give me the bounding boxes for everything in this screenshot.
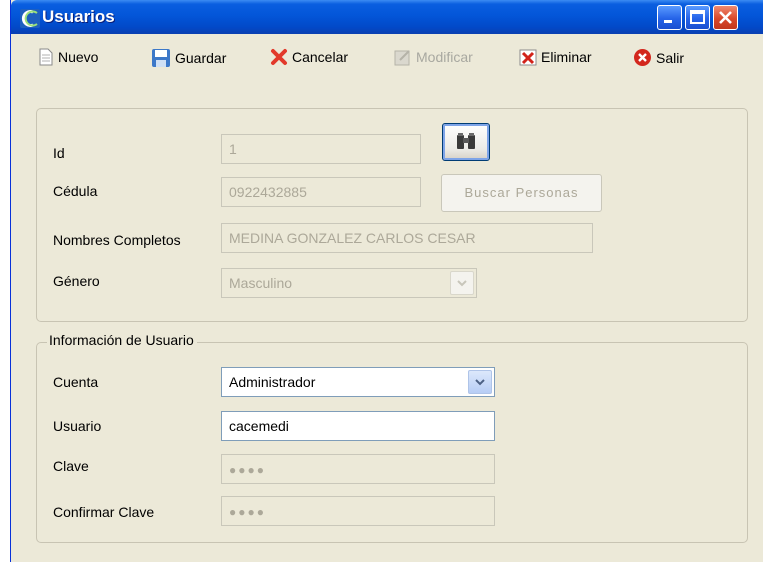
maximize-button[interactable] (685, 5, 710, 30)
edit-icon (394, 50, 410, 66)
cancel-x-icon (271, 49, 287, 65)
clave-field[interactable]: ●●●● (221, 454, 495, 484)
cancelar-label: Cancelar (292, 49, 349, 65)
cedula-field[interactable]: 0922432885 (221, 177, 421, 207)
confirmar-clave-label: Confirmar Clave (53, 504, 155, 520)
genero-dropdown-button[interactable] (450, 271, 474, 295)
minimize-icon (664, 20, 672, 23)
eliminar-label: Eliminar (541, 49, 592, 65)
eliminar-button[interactable]: Eliminar (519, 48, 592, 66)
cuenta-value: Administrador (229, 374, 316, 390)
chevron-down-icon (475, 379, 485, 386)
usuario-label: Usuario (53, 418, 102, 434)
title-bar[interactable]: Usuarios (11, 0, 763, 34)
cuenta-label: Cuenta (53, 374, 99, 390)
guardar-label: Guardar (175, 50, 227, 66)
delete-icon (519, 49, 537, 66)
genero-label: Género (53, 273, 100, 289)
genero-select[interactable]: Masculino (221, 268, 477, 298)
minimize-button[interactable] (657, 5, 682, 30)
nombres-field[interactable]: MEDINA GONZALEZ CARLOS CESAR (221, 223, 593, 253)
app-icon (20, 9, 40, 28)
save-disk-icon (152, 49, 170, 67)
modificar-button[interactable]: Modificar (394, 48, 473, 66)
cuenta-dropdown-button[interactable] (468, 370, 492, 394)
genero-value: Masculino (229, 275, 293, 291)
search-id-button[interactable] (442, 123, 490, 161)
usuario-field[interactable]: cacemedi (221, 411, 495, 441)
nuevo-button[interactable]: Nuevo (38, 48, 98, 66)
id-field[interactable]: 1 (221, 134, 421, 164)
nuevo-label: Nuevo (58, 49, 99, 65)
cancelar-button[interactable]: Cancelar (270, 48, 348, 66)
id-label: Id (53, 145, 65, 161)
salir-label: Salir (656, 49, 685, 66)
close-icon (719, 11, 732, 24)
buscar-personas-button[interactable]: Buscar Personas (441, 174, 602, 212)
binoculars-icon (457, 133, 475, 149)
salir-button[interactable]: Salir (633, 48, 684, 67)
guardar-button[interactable]: Guardar (151, 48, 226, 68)
window: Usuarios Nuevo Guardar Cancelar Modifica… (10, 0, 763, 562)
maximize-icon (690, 10, 705, 24)
toolbar: Nuevo Guardar Cancelar Modificar Elimina… (11, 34, 763, 80)
exit-icon (634, 49, 651, 66)
chevron-down-icon (457, 280, 467, 287)
confirmar-clave-field[interactable]: ●●●● (221, 496, 495, 526)
cuenta-select[interactable]: Administrador (221, 367, 495, 397)
usuario-group-legend: Información de Usuario (47, 332, 197, 348)
nombres-label: Nombres Completos (53, 232, 181, 248)
window-title: Usuarios (42, 7, 115, 26)
close-button[interactable] (713, 5, 738, 30)
clave-label: Clave (53, 458, 89, 474)
new-document-icon (39, 48, 53, 66)
modificar-label: Modificar (416, 49, 473, 65)
cedula-label: Cédula (53, 183, 98, 199)
